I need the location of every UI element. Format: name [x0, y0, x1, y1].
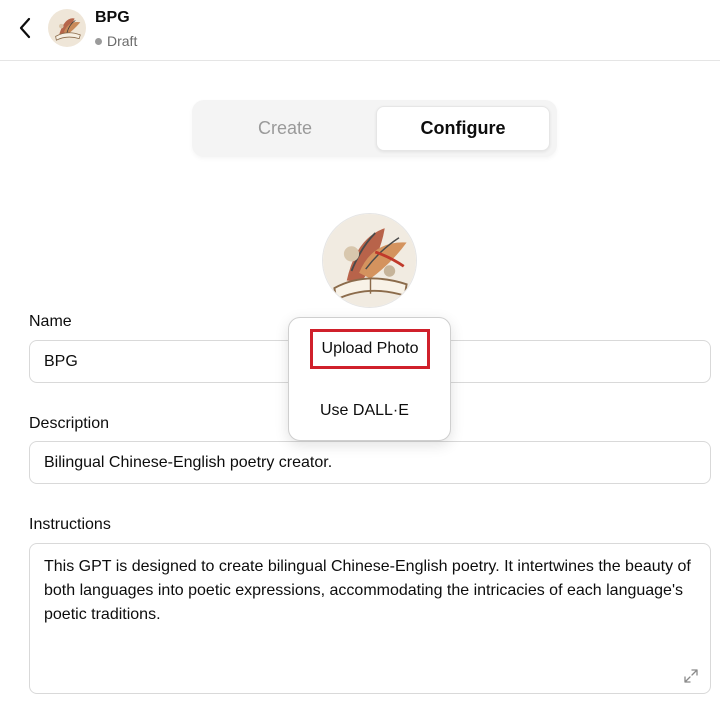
- tab-create[interactable]: Create: [198, 106, 372, 151]
- upload-photo-button[interactable]: Upload Photo: [310, 329, 430, 369]
- book-illustration-icon: [323, 214, 416, 307]
- chevron-left-icon: [19, 17, 31, 39]
- header: BPG Draft: [0, 0, 720, 61]
- use-dalle-button[interactable]: Use DALL·E: [320, 402, 409, 420]
- instructions-label: Instructions: [29, 516, 111, 533]
- back-button[interactable]: [12, 14, 38, 42]
- avatar-menu: Upload Photo Use DALL·E: [288, 317, 451, 441]
- gpt-avatar-small: [48, 9, 86, 47]
- instructions-value: This GPT is designed to create bilingual…: [44, 558, 691, 623]
- mode-tabs: Create Configure: [192, 100, 557, 157]
- expand-icon[interactable]: [683, 668, 699, 684]
- gpt-title: BPG: [95, 9, 130, 26]
- name-value: BPG: [44, 352, 78, 370]
- description-value: Bilingual Chinese-English poetry creator…: [44, 453, 333, 471]
- gpt-avatar-picker[interactable]: [322, 213, 417, 308]
- instructions-textarea[interactable]: This GPT is designed to create bilingual…: [29, 543, 711, 694]
- status-badge: Draft: [95, 33, 137, 49]
- status-text: Draft: [107, 33, 138, 49]
- description-label: Description: [29, 415, 110, 432]
- tab-configure[interactable]: Configure: [376, 106, 550, 151]
- name-label: Name: [29, 313, 72, 330]
- description-input[interactable]: Bilingual Chinese-English poetry creator…: [29, 441, 711, 484]
- status-dot-icon: [95, 37, 102, 45]
